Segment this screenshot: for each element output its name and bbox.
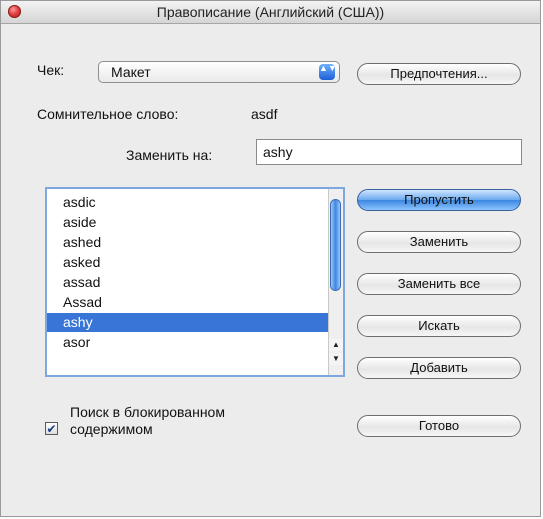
preferences-button[interactable]: Предпочтения... (357, 63, 521, 85)
list-item[interactable]: asdic (47, 193, 331, 212)
scroll-down-icon[interactable]: ▼ (329, 353, 343, 365)
list-item[interactable]: Assad (47, 293, 331, 312)
skip-button[interactable]: Пропустить (357, 189, 521, 211)
replace-button[interactable]: Заменить (357, 231, 521, 253)
search-locked-label-line1: Поиск в блокированном (70, 404, 225, 420)
list-scrollbar[interactable]: ▲ ▼ (328, 189, 343, 375)
check-label: Чек: (37, 62, 65, 78)
replace-with-field[interactable]: ashy (256, 139, 522, 165)
misspelled-label: Сомнительное слово: (37, 106, 179, 122)
list-item[interactable]: asor (47, 333, 331, 352)
find-button[interactable]: Искать (357, 315, 521, 337)
add-button[interactable]: Добавить (357, 357, 521, 379)
list-item[interactable]: asked (47, 253, 331, 272)
check-popup[interactable]: Макет ▲▼ (98, 61, 340, 83)
replace-with-label: Заменить на: (126, 147, 213, 163)
scroll-thumb[interactable] (330, 199, 341, 291)
search-locked-checkbox[interactable]: ✔ (45, 422, 58, 435)
list-item[interactable]: aside (47, 213, 331, 232)
check-popup-value: Макет (111, 64, 151, 80)
popup-arrows-icon: ▲▼ (319, 64, 337, 80)
done-button[interactable]: Готово (357, 415, 521, 437)
window-title: Правописание (Английский (США)) (156, 4, 385, 20)
search-locked-label-line2: содержимом (70, 421, 153, 437)
search-locked-label: Поиск в блокированном содержимом (70, 404, 225, 438)
replace-all-button[interactable]: Заменить все (357, 273, 521, 295)
misspelled-word: asdf (251, 106, 278, 122)
suggestions-list[interactable]: asdic aside ashed asked assad Assad ashy… (45, 187, 345, 377)
scroll-up-icon[interactable]: ▲ (329, 339, 343, 351)
list-item[interactable]: assad (47, 273, 331, 292)
list-item-selected[interactable]: ashy (47, 313, 331, 332)
list-item[interactable]: ashed (47, 233, 331, 252)
spelling-dialog: Правописание (Английский (США)) Чек: Мак… (0, 0, 541, 517)
title-bar[interactable]: Правописание (Английский (США)) (1, 1, 540, 24)
